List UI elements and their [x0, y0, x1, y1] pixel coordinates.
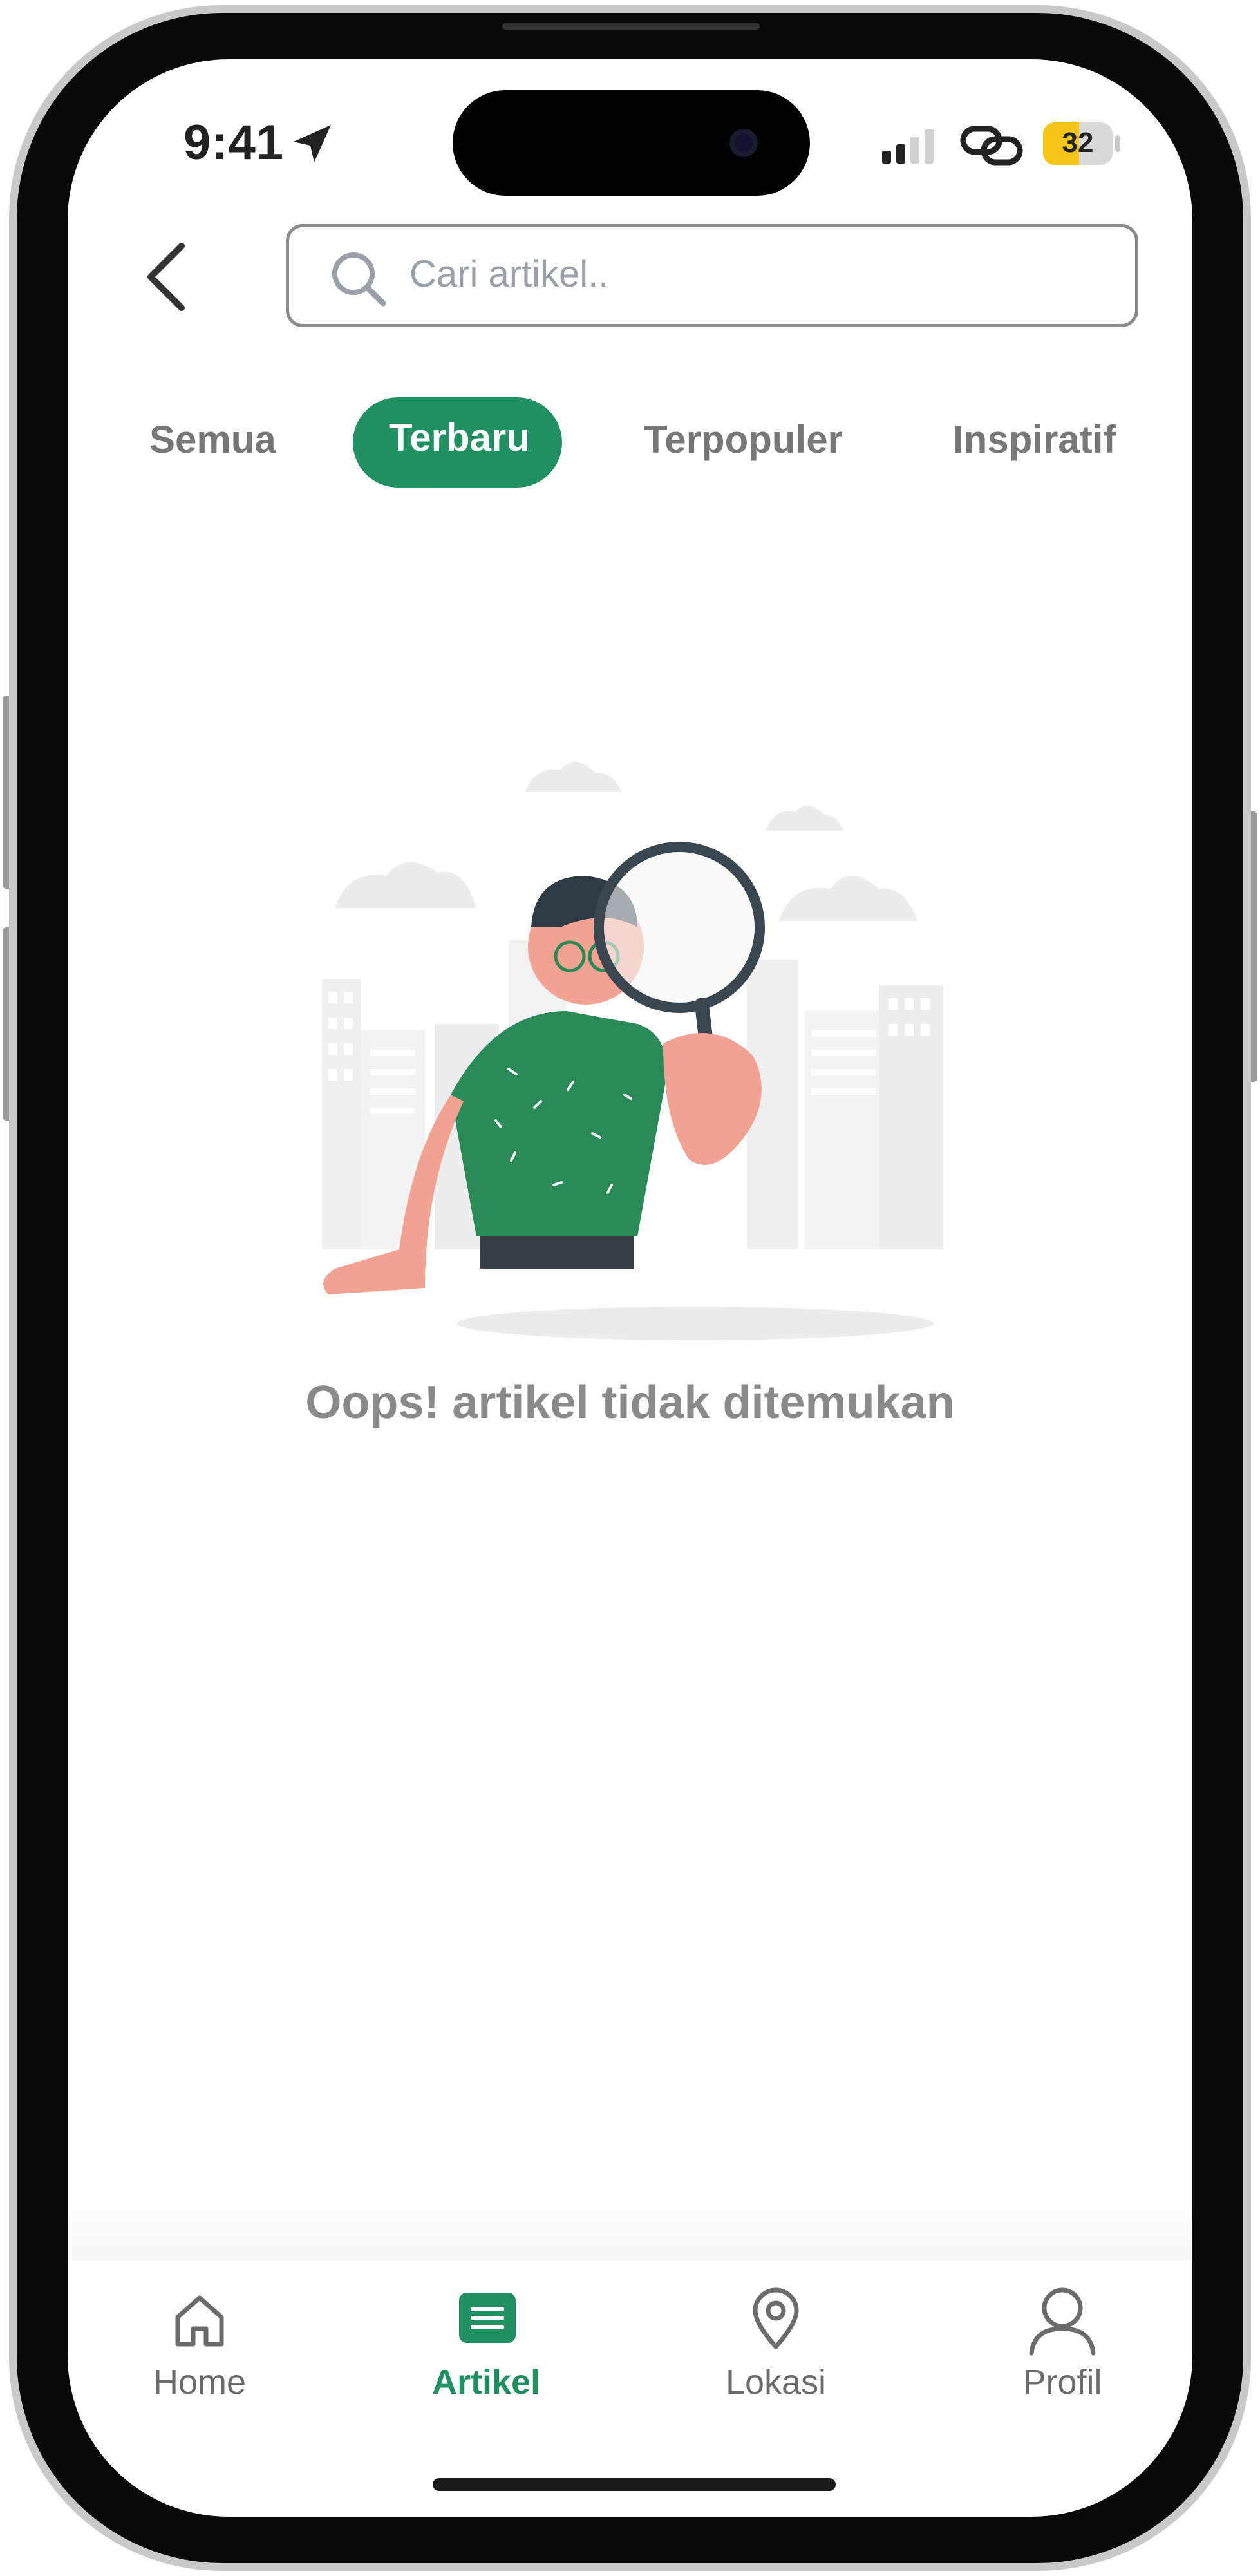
signal-icon: [882, 129, 934, 164]
battery-cap: [1115, 135, 1120, 152]
home-indicator[interactable]: [433, 2478, 836, 2491]
link-icon: [960, 126, 1023, 166]
chevron-left-icon: [147, 243, 185, 311]
article-icon: [459, 2293, 516, 2343]
back-button[interactable]: [135, 232, 200, 322]
location-arrow-icon: [294, 125, 331, 162]
nav-label-lokasi: Lokasi: [725, 2363, 827, 2401]
nav-label-home: Home: [153, 2363, 247, 2401]
search-icon: [332, 252, 386, 307]
battery-level: 32: [1062, 127, 1094, 158]
home-icon: [175, 2295, 224, 2347]
tab-terpopuler[interactable]: Terpopuler: [644, 417, 843, 462]
empty-state-illustration: [322, 762, 943, 1340]
dynamic-island: [453, 90, 810, 196]
bottom-nav-shadow: [68, 2202, 1192, 2260]
tab-inspiratif[interactable]: Inspiratif: [953, 417, 1116, 462]
search-input[interactable]: Cari artikel..: [409, 252, 608, 296]
status-time: 9:41: [183, 115, 285, 170]
empty-state-message: Oops! artikel tidak ditemukan: [305, 1377, 955, 1428]
profile-icon: [1029, 2287, 1096, 2356]
nav-label-artikel: Artikel: [431, 2363, 541, 2401]
tab-semua[interactable]: Semua: [149, 417, 276, 462]
tab-terbaru[interactable]: Terbaru: [389, 415, 530, 460]
nav-label-profil: Profil: [1022, 2363, 1102, 2401]
location-pin-icon: [753, 2287, 799, 2349]
camera-icon: [729, 129, 758, 157]
